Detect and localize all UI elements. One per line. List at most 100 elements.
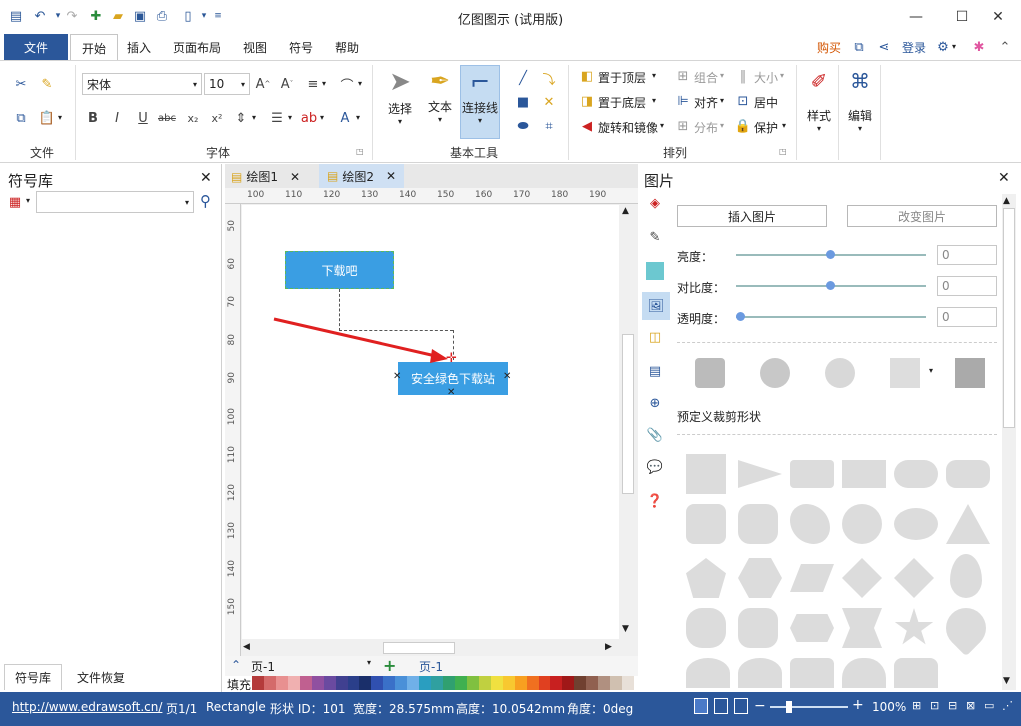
brightness-slider-knob[interactable]	[826, 250, 835, 259]
current-page-tab[interactable]: 页-1	[419, 658, 443, 675]
image-effect-4-icon[interactable]	[890, 358, 920, 388]
crop-shape-round-square[interactable]	[686, 504, 726, 544]
minimize-button[interactable]: —	[893, 4, 939, 30]
send-back-icon[interactable]: ◨	[578, 92, 596, 110]
scroll-left-icon[interactable]: ◀	[243, 642, 250, 652]
strikethrough-icon[interactable]: abc	[158, 109, 176, 127]
cut-icon[interactable]: ✂	[12, 75, 30, 93]
bold-icon[interactable]: B	[84, 109, 102, 127]
transparency-input[interactable]: 0	[937, 307, 997, 327]
text-direction-dropdown-icon[interactable]: ▾	[358, 79, 362, 88]
chevron-down-icon[interactable]: ▾	[720, 71, 724, 80]
select-tool-button[interactable]: ➤ 选择 ▾	[381, 67, 419, 126]
ellipse-icon[interactable]: ⬬	[514, 117, 532, 135]
font-dialog-launcher-icon[interactable]: ◳	[356, 147, 364, 156]
cross-icon[interactable]: ✕	[540, 93, 558, 111]
group-icon[interactable]: ⊞	[674, 67, 692, 85]
center-button[interactable]: 居中	[754, 94, 778, 111]
crop-shape-flower[interactable]	[790, 504, 830, 544]
login-link[interactable]: 登录	[902, 39, 926, 56]
font-color-dropdown-icon[interactable]: ▾	[356, 113, 360, 122]
crop-shape-arch[interactable]	[686, 658, 730, 688]
underline-icon[interactable]: U	[134, 109, 152, 127]
crop-shape-bowtie[interactable]	[842, 608, 882, 648]
line-spacing-dropdown-icon[interactable]: ▾	[252, 113, 256, 122]
buy-link[interactable]: 购买	[817, 39, 841, 56]
collapse-icon[interactable]: ⌃	[231, 658, 241, 672]
library-icon[interactable]: ▦	[6, 193, 24, 211]
tab-view[interactable]: 视图	[232, 34, 278, 60]
arrange-dialog-launcher-icon[interactable]: ◳	[779, 147, 787, 156]
selection-handle-icon[interactable]: ✕	[503, 371, 511, 382]
crop-shape-rounded-rect[interactable]	[790, 460, 834, 488]
font-family-select[interactable]: 宋体 ▾	[82, 73, 202, 95]
zoom-out-icon[interactable]: −	[754, 698, 766, 714]
image-effect-5-icon[interactable]	[955, 358, 985, 388]
rotate-icon[interactable]: ◀	[578, 117, 596, 135]
doc-tab-1[interactable]: ▤ 绘图1 ✕	[231, 168, 300, 185]
doc-tab-2[interactable]: ▤ 绘图2 ✕	[319, 164, 405, 188]
fill-icon[interactable]: ◈	[646, 194, 664, 212]
hyperlink-icon[interactable]: ⊕	[646, 394, 664, 412]
add-page-icon[interactable]: +	[383, 656, 396, 675]
fit-window-icon[interactable]: ⊟	[948, 699, 957, 712]
crop-shape-square[interactable]	[686, 454, 726, 494]
rectangle-icon[interactable]: ■	[514, 93, 532, 111]
text-direction-icon[interactable]: ⌒	[338, 75, 356, 94]
collapse-ribbon-icon[interactable]: ⌃	[996, 38, 1014, 56]
shadow-icon[interactable]	[646, 262, 664, 280]
chevron-down-icon[interactable]: ▾	[782, 121, 786, 130]
scroll-up-icon[interactable]: ▲	[1003, 196, 1010, 206]
fit-page-icon[interactable]: ⊞	[912, 699, 921, 712]
full-view-icon[interactable]	[734, 698, 748, 714]
color-palette[interactable]	[252, 676, 634, 690]
crop-shape-arch-2[interactable]	[738, 658, 782, 688]
arc-icon[interactable]: ⤵	[540, 69, 558, 88]
fullscreen-icon[interactable]: ⊠	[966, 699, 975, 712]
scroll-up-icon[interactable]: ▲	[622, 206, 629, 216]
crop-shape-triangle-right[interactable]	[738, 460, 782, 488]
text-align-dropdown-icon[interactable]: ▾	[322, 79, 326, 88]
selection-handle-icon[interactable]: ✕	[447, 387, 455, 398]
format-painter-icon[interactable]: ✎	[38, 75, 56, 93]
crop-shape-diamond-2[interactable]	[894, 558, 934, 598]
crop-shape-diamond[interactable]	[842, 558, 882, 598]
size-icon[interactable]: ‖	[734, 67, 752, 85]
chevron-down-icon[interactable]: ▾	[780, 71, 784, 80]
page-view-icon[interactable]	[694, 698, 708, 714]
crop-shape-egg[interactable]	[950, 554, 982, 598]
crop-shape-triangle[interactable]	[946, 504, 990, 544]
panel-scrollbar[interactable]: ▲ ▼	[1002, 194, 1016, 690]
bring-front-icon[interactable]: ◧	[578, 67, 596, 85]
insert-image-button[interactable]: 插入图片	[677, 205, 827, 227]
distribute-button[interactable]: 分布	[694, 119, 718, 136]
highlight-dropdown-icon[interactable]: ▾	[320, 113, 324, 122]
center-icon[interactable]: ⊡	[734, 92, 752, 110]
brightness-input[interactable]: 0	[937, 245, 997, 265]
image-icon[interactable]: 🖼	[642, 292, 670, 320]
web-view-icon[interactable]	[714, 698, 728, 714]
text-tool-button[interactable]: ✒ 文本 ▾	[421, 67, 459, 124]
presentation-icon[interactable]: ▭	[984, 699, 994, 712]
selection-handle-icon[interactable]: ✕	[393, 371, 401, 382]
crop-shape-dome[interactable]	[842, 658, 886, 688]
chevron-down-icon[interactable]: ▾	[652, 71, 656, 80]
rotate-mirror-button[interactable]: 旋转和镜像	[598, 119, 658, 136]
send-back-button[interactable]: 置于底层	[598, 94, 646, 111]
document-icon[interactable]: ▤	[646, 362, 664, 380]
library-dropdown-icon[interactable]: ▾	[26, 196, 30, 205]
transparency-slider-knob[interactable]	[736, 312, 745, 321]
tab-insert[interactable]: 插入	[116, 34, 162, 60]
paste-dropdown-icon[interactable]: ▾	[58, 113, 62, 122]
crop-shape-star[interactable]	[894, 608, 934, 645]
chevron-down-icon[interactable]: ▾	[720, 121, 724, 130]
vertical-scrollbar[interactable]: ▲ ▼	[620, 204, 636, 640]
edit-button[interactable]: ⌘ 编辑 ▾	[841, 69, 879, 133]
crop-shape-parallelogram[interactable]	[790, 564, 834, 592]
highlight-icon[interactable]: ab	[300, 109, 318, 127]
distribute-icon[interactable]: ⊞	[674, 117, 692, 135]
crop-shape-pentagon[interactable]	[686, 558, 726, 598]
crop-shape-blob[interactable]	[686, 608, 726, 648]
fit-width-icon[interactable]: ⊡	[930, 699, 939, 712]
help-icon[interactable]: ❓	[646, 492, 664, 510]
